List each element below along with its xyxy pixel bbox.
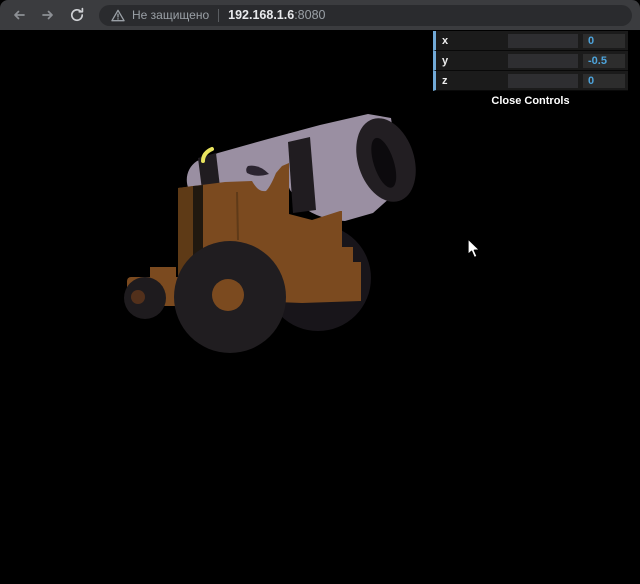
close-controls-button[interactable]: Close Controls [433,91,628,110]
browser-window: Не защищено 192.168.1.6 :8080 [0,0,640,584]
webgl-page: x 0 y -0.5 z 0 Close Controls [0,30,640,584]
controller-label-z: z [442,75,508,87]
slider-x[interactable] [508,34,578,48]
cannon-carriage-seam [237,192,238,240]
warning-triangle-icon[interactable] [111,9,125,22]
cannon-front-hub [131,290,145,304]
forward-arrow-icon [40,7,56,23]
browser-toolbar: Не защищено 192.168.1.6 :8080 [0,0,640,30]
dat-gui-panel: x 0 y -0.5 z 0 Close Controls [433,31,628,110]
slider-z[interactable] [508,74,578,88]
cannon-main-hub [212,279,244,311]
cannon-front-wheel [124,277,166,319]
reload-button[interactable] [66,4,88,26]
controller-row-x: x 0 [433,31,628,51]
url-port[interactable]: :8080 [294,8,325,22]
number-input-y[interactable]: -0.5 [583,54,625,68]
back-button[interactable] [8,4,30,26]
url-separator [218,9,219,22]
number-input-x[interactable]: 0 [583,34,625,48]
controller-label-x: x [442,35,508,47]
security-status-label[interactable]: Не защищено [132,8,209,22]
forward-button[interactable] [37,4,59,26]
threejs-canvas[interactable] [0,30,640,584]
number-input-z[interactable]: 0 [583,74,625,88]
address-bar[interactable]: Не защищено 192.168.1.6 :8080 [99,5,632,26]
controller-row-z: z 0 [433,71,628,91]
back-arrow-icon [11,7,27,23]
url-host[interactable]: 192.168.1.6 [228,8,294,22]
slider-y[interactable] [508,54,578,68]
controller-label-y: y [442,55,508,67]
reload-icon [69,7,85,23]
controller-row-y: y -0.5 [433,51,628,71]
